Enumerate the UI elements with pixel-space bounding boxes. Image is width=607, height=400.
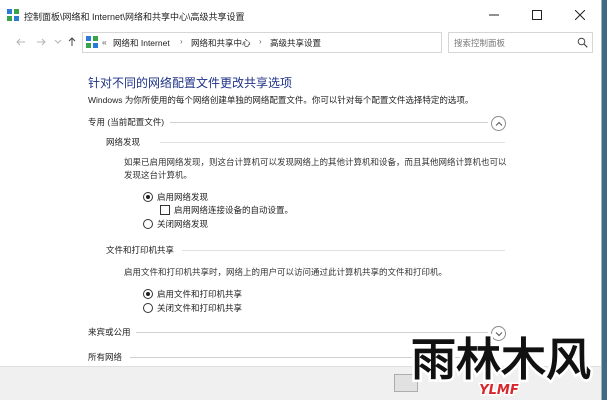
file-printer-sharing-title: 文件和打印机共享	[106, 245, 175, 255]
network-discovery-on-radio[interactable]	[143, 192, 153, 202]
window-title: 控制面板\网络和 Internet\网络和共享中心\高级共享设置	[24, 12, 245, 22]
auto-setup-label[interactable]: 启用网络连接设备的自动设置。	[174, 204, 293, 216]
file-printer-sharing-description: 启用文件和打印机共享时，网络上的用户可以访问通过此计算机共享的文件和打印机。	[124, 267, 448, 277]
navigation-bar: « 网络和 Internet › 网络和共享中心 › 高级共享设置	[0, 30, 601, 54]
address-bar[interactable]: « 网络和 Internet › 网络和共享中心 › 高级共享设置	[82, 32, 515, 53]
auto-setup-checkbox[interactable]	[160, 205, 170, 215]
network-discovery-off-radio[interactable]	[143, 219, 153, 229]
file-sharing-off-option[interactable]: 关闭文件和打印机共享	[143, 302, 242, 314]
search-icon[interactable]	[577, 37, 588, 48]
section-divider	[170, 122, 488, 123]
private-profile-label: 专用 (当前配置文件)	[88, 117, 165, 127]
guest-profile-label: 来宾或公用	[88, 327, 131, 337]
watermark-latin: YLMF	[479, 383, 519, 398]
breadcrumb-network-internet[interactable]: 网络和 Internet	[113, 37, 170, 49]
maximize-icon	[531, 10, 542, 20]
breadcrumb-separator[interactable]: ›	[259, 37, 262, 46]
network-discovery-on-option[interactable]: 启用网络发现	[143, 191, 208, 203]
breadcrumb-overflow[interactable]: «	[102, 37, 107, 47]
minimize-button[interactable]	[472, 0, 515, 30]
search-box[interactable]	[448, 32, 593, 53]
forward-button[interactable]	[34, 35, 48, 49]
file-sharing-off-label[interactable]: 关闭文件和打印机共享	[157, 302, 242, 314]
close-button[interactable]	[558, 0, 601, 30]
back-button[interactable]	[14, 35, 28, 49]
network-discovery-description: 如果已启用网络发现，则这台计算机可以发现网络上的其他计算机和设备，而且其他网络计…	[124, 157, 507, 180]
arrow-left-icon	[16, 38, 25, 46]
file-sharing-on-label[interactable]: 启用文件和打印机共享	[157, 288, 242, 300]
page-subtitle: Windows 为你所使用的每个网络创建单独的网络配置文件。你可以针对每个配置文…	[88, 95, 474, 105]
network-sharing-icon	[7, 9, 19, 21]
network-discovery-off-label[interactable]: 关闭网络发现	[157, 218, 208, 230]
arrow-right-icon	[37, 38, 46, 46]
breadcrumb-advanced-sharing[interactable]: 高级共享设置	[270, 37, 321, 49]
title-bar: 控制面板\网络和 Internet\网络和共享中心\高级共享设置	[0, 0, 601, 30]
chevron-up-icon	[495, 121, 502, 126]
file-sharing-on-option[interactable]: 启用文件和打印机共享	[143, 288, 242, 300]
network-discovery-off-option[interactable]: 关闭网络发现	[143, 218, 208, 230]
arrow-up-icon	[68, 37, 76, 46]
recent-locations-button[interactable]	[51, 35, 65, 49]
file-sharing-on-radio[interactable]	[143, 289, 153, 299]
chevron-down-icon	[54, 39, 62, 44]
subsection-divider	[160, 142, 505, 143]
private-profile-toggle[interactable]	[491, 116, 506, 131]
all-networks-label: 所有网络	[88, 352, 123, 362]
network-discovery-title: 网络发现	[106, 137, 141, 147]
subsection-divider	[182, 250, 505, 251]
breadcrumb-separator[interactable]: ›	[180, 37, 183, 46]
network-discovery-on-label[interactable]: 启用网络发现	[157, 191, 208, 203]
up-button[interactable]	[65, 35, 79, 49]
file-sharing-off-radio[interactable]	[143, 303, 153, 313]
close-icon	[574, 10, 585, 20]
auto-setup-option[interactable]: 启用网络连接设备的自动设置。	[160, 204, 293, 216]
watermark-text: 雨林木风	[411, 333, 591, 386]
maximize-button[interactable]	[515, 0, 558, 30]
network-sharing-icon	[86, 36, 98, 48]
minimize-icon	[488, 14, 499, 16]
breadcrumb-network-sharing-center[interactable]: 网络和共享中心	[191, 37, 251, 49]
ylmf-watermark-logo: 雨林木风 YLMF	[408, 331, 593, 400]
page-title: 针对不同的网络配置文件更改共享选项	[88, 76, 293, 90]
search-input[interactable]	[454, 36, 569, 49]
